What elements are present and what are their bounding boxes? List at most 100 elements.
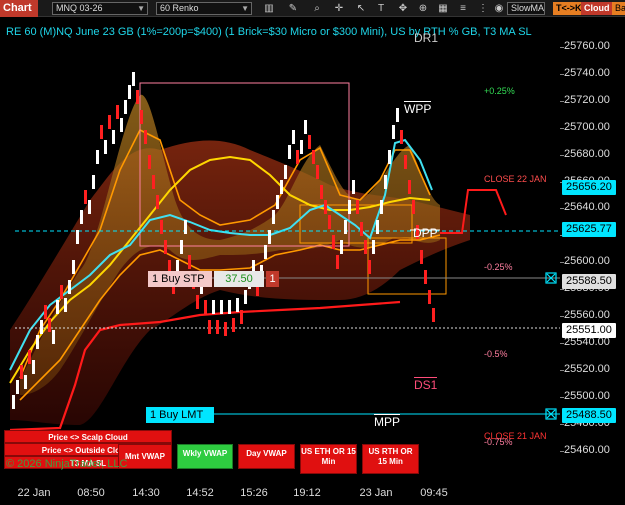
buy-limit-order-label[interactable]: 1 Buy LMT: [146, 407, 214, 423]
layers-icon[interactable]: ≡: [456, 2, 470, 15]
level-dpp: DPP: [413, 226, 438, 240]
renko-up-brick: [372, 240, 375, 254]
renko-up-brick: [220, 300, 223, 314]
percent-minus-075: -0.75%: [484, 437, 513, 447]
renko-down-brick: [296, 150, 299, 164]
time-label: 09:45: [420, 487, 448, 499]
pencil-icon[interactable]: ✎: [286, 2, 300, 15]
chart-canvas: [9, 72, 560, 432]
renko-up-brick: [352, 180, 355, 194]
cloud-toggle-button[interactable]: Cloud: [581, 2, 613, 15]
percent-minus-025: -0.25%: [484, 262, 513, 272]
time-label: 14:52: [186, 487, 214, 499]
level-dr1: DR1: [414, 31, 439, 45]
renko-up-brick: [384, 175, 387, 189]
renko-up-brick: [52, 330, 55, 344]
dots-icon[interactable]: ⋮: [476, 2, 490, 15]
renko-up-brick: [376, 220, 379, 234]
renko-up-brick: [228, 300, 231, 314]
buy-stop-order-price[interactable]: 37.50: [214, 271, 264, 287]
scalp-cloud-button[interactable]: Price <> Scalp Cloud: [4, 430, 172, 443]
buy-stop-order-qty[interactable]: 1: [266, 271, 279, 287]
text-icon[interactable]: T: [374, 2, 388, 15]
renko-down-brick: [60, 285, 63, 299]
renko-down-brick: [400, 130, 403, 144]
renko-down-brick: [316, 165, 319, 179]
buy-stop-order-label[interactable]: 1 Buy STP: [148, 271, 212, 287]
renko-up-brick: [348, 200, 351, 214]
renko-up-brick: [36, 335, 39, 349]
renko-down-brick: [136, 90, 139, 104]
magnify-icon[interactable]: ⌕: [310, 2, 324, 15]
renko-up-brick: [344, 220, 347, 234]
renko-up-brick: [244, 290, 247, 304]
cursor-icon[interactable]: ↖: [354, 2, 368, 15]
time-axis[interactable]: 22 Jan 08:50 14:30 14:52 15:26 19:12 23 Jan 09:…: [0, 485, 560, 505]
renko-down-brick: [216, 320, 219, 334]
renko-up-brick: [24, 375, 27, 389]
crosshair-icon[interactable]: ✛: [332, 2, 346, 15]
percent-minus-05: -0.5%: [484, 349, 508, 359]
move-icon[interactable]: ✥: [396, 2, 410, 15]
renko-up-brick: [128, 85, 131, 99]
renko-down-brick: [152, 175, 155, 189]
renko-up-brick: [280, 180, 283, 194]
renko-up-brick: [68, 280, 71, 294]
renko-up-brick: [304, 120, 307, 134]
renko-down-brick: [328, 215, 331, 229]
time-label: 22 Jan: [17, 487, 51, 499]
renko-down-brick: [368, 260, 371, 274]
renko-up-brick: [12, 395, 15, 409]
price-badge: 25488.50: [562, 408, 616, 423]
price-axis[interactable]: 25760.00 25740.00 25720.00 25700.00 25680.00…: [560, 17, 625, 485]
renko-down-brick: [408, 180, 411, 194]
renko-down-brick: [164, 240, 167, 254]
percent-plus-025: +0.25%: [484, 86, 515, 96]
grid-icon[interactable]: ▦: [436, 2, 450, 15]
price-label: 25760.00: [564, 40, 610, 52]
renko-down-brick: [44, 305, 47, 319]
price-chart[interactable]: RE 60 (M)NQ June 23 GB (1%=200p=$400) (1…: [0, 17, 560, 485]
weekly-vwap-button[interactable]: Wkly VWAP: [177, 444, 233, 469]
renko-down-brick: [412, 200, 415, 214]
day-vwap-button[interactable]: Day VWAP: [238, 444, 295, 469]
eye-icon[interactable]: ◉: [492, 2, 506, 15]
interval-selector[interactable]: 60 Renko ▼: [156, 2, 252, 15]
us-eth-or-button[interactable]: US ETH OR 15 Min: [300, 444, 357, 474]
renko-up-brick: [284, 165, 287, 179]
window-title: Chart: [0, 0, 38, 17]
renko-down-brick: [324, 200, 327, 214]
indicator-value: SlowMA: [511, 3, 545, 13]
instrument-selector[interactable]: MNQ 03-26 ▼: [52, 2, 148, 15]
level-close-22-jan: CLOSE 22 JAN: [484, 174, 547, 184]
zoom-icon[interactable]: ⊕: [416, 2, 430, 15]
renko-down-brick: [420, 250, 423, 264]
chart-title: RE 60 (M)NQ June 23 GB (1%=200p=$400) (1…: [6, 26, 532, 38]
renko-up-brick: [276, 195, 279, 209]
renko-down-brick: [28, 350, 31, 364]
renko-up-brick: [96, 150, 99, 164]
renko-down-brick: [84, 190, 87, 204]
renko-up-brick: [180, 240, 183, 254]
renko-up-brick: [392, 125, 395, 139]
tc-toggle-button[interactable]: T<->K: [553, 2, 585, 15]
chevron-down-icon: ▼: [137, 4, 145, 13]
price-label: 25640.00: [564, 201, 610, 214]
us-rth-or-button[interactable]: US RTH OR 15 Min: [362, 444, 419, 474]
bar-toggle-button[interactable]: Bar: [612, 2, 625, 15]
renko-down-brick: [48, 318, 51, 332]
price-badge: 25656.20: [562, 180, 616, 195]
renko-up-brick: [132, 72, 135, 86]
price-label: 25680.00: [564, 147, 610, 160]
renko-down-brick: [156, 195, 159, 209]
renko-up-brick: [16, 380, 19, 394]
renko-down-brick: [204, 300, 207, 314]
renko-up-brick: [212, 300, 215, 314]
renko-down-brick: [308, 135, 311, 149]
indicator-selector[interactable]: SlowMA: [507, 2, 545, 15]
renko-up-brick: [80, 210, 83, 224]
price-label: 25520.00: [564, 362, 610, 375]
renko-down-brick: [100, 125, 103, 139]
renko-up-brick: [88, 200, 91, 214]
bar-chart-icon[interactable]: ▥: [262, 2, 276, 15]
